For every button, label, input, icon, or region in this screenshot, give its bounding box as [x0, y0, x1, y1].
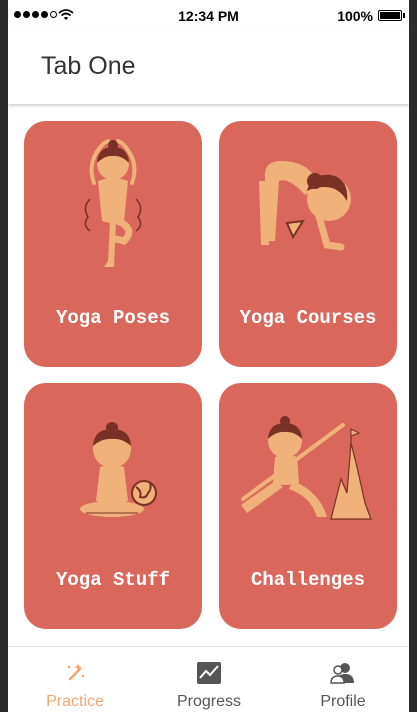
card-label: Challenges: [250, 569, 366, 591]
page-title: Tab One: [41, 52, 136, 80]
card-label: Yoga Stuff: [55, 569, 171, 591]
card-yoga-poses[interactable]: Yoga Poses: [24, 121, 202, 367]
bottom-tab-bar: Practice Progress Profile: [8, 646, 409, 712]
card-label: Yoga Courses: [239, 307, 377, 329]
status-bar: 12:34 PM 100%: [8, 0, 409, 32]
card-yoga-courses[interactable]: Yoga Courses: [219, 121, 397, 367]
users-icon: [330, 663, 354, 684]
card-label: Yoga Poses: [55, 307, 171, 329]
card-yoga-stuff[interactable]: Yoga Stuff: [24, 383, 202, 629]
card-challenges[interactable]: Challenges: [219, 383, 397, 629]
battery-percentage: 100%: [337, 8, 373, 24]
chart-icon: [197, 662, 221, 684]
meditation-globe-icon: [80, 422, 157, 517]
tab-progress[interactable]: Progress: [142, 647, 276, 712]
tab-label: Progress: [176, 693, 242, 710]
forward-bend-icon: [259, 161, 351, 251]
battery-icon: [378, 10, 405, 21]
tab-practice[interactable]: Practice: [8, 647, 142, 712]
tab-profile[interactable]: Profile: [276, 647, 409, 712]
tab-label: Practice: [46, 693, 104, 710]
tab-label: Profile: [320, 693, 366, 710]
practice-grid: Yoga Poses Yoga Courses Yoga Stuff Chall…: [8, 104, 409, 646]
app-header: Tab One: [8, 32, 409, 104]
phone-screen: 12:34 PM 100% Tab One Yoga Poses Yoga Co…: [8, 0, 409, 712]
magic-wand-icon: [67, 663, 85, 681]
warrior-mountain-icon: [241, 416, 372, 520]
tree-pose-icon: [84, 139, 142, 267]
